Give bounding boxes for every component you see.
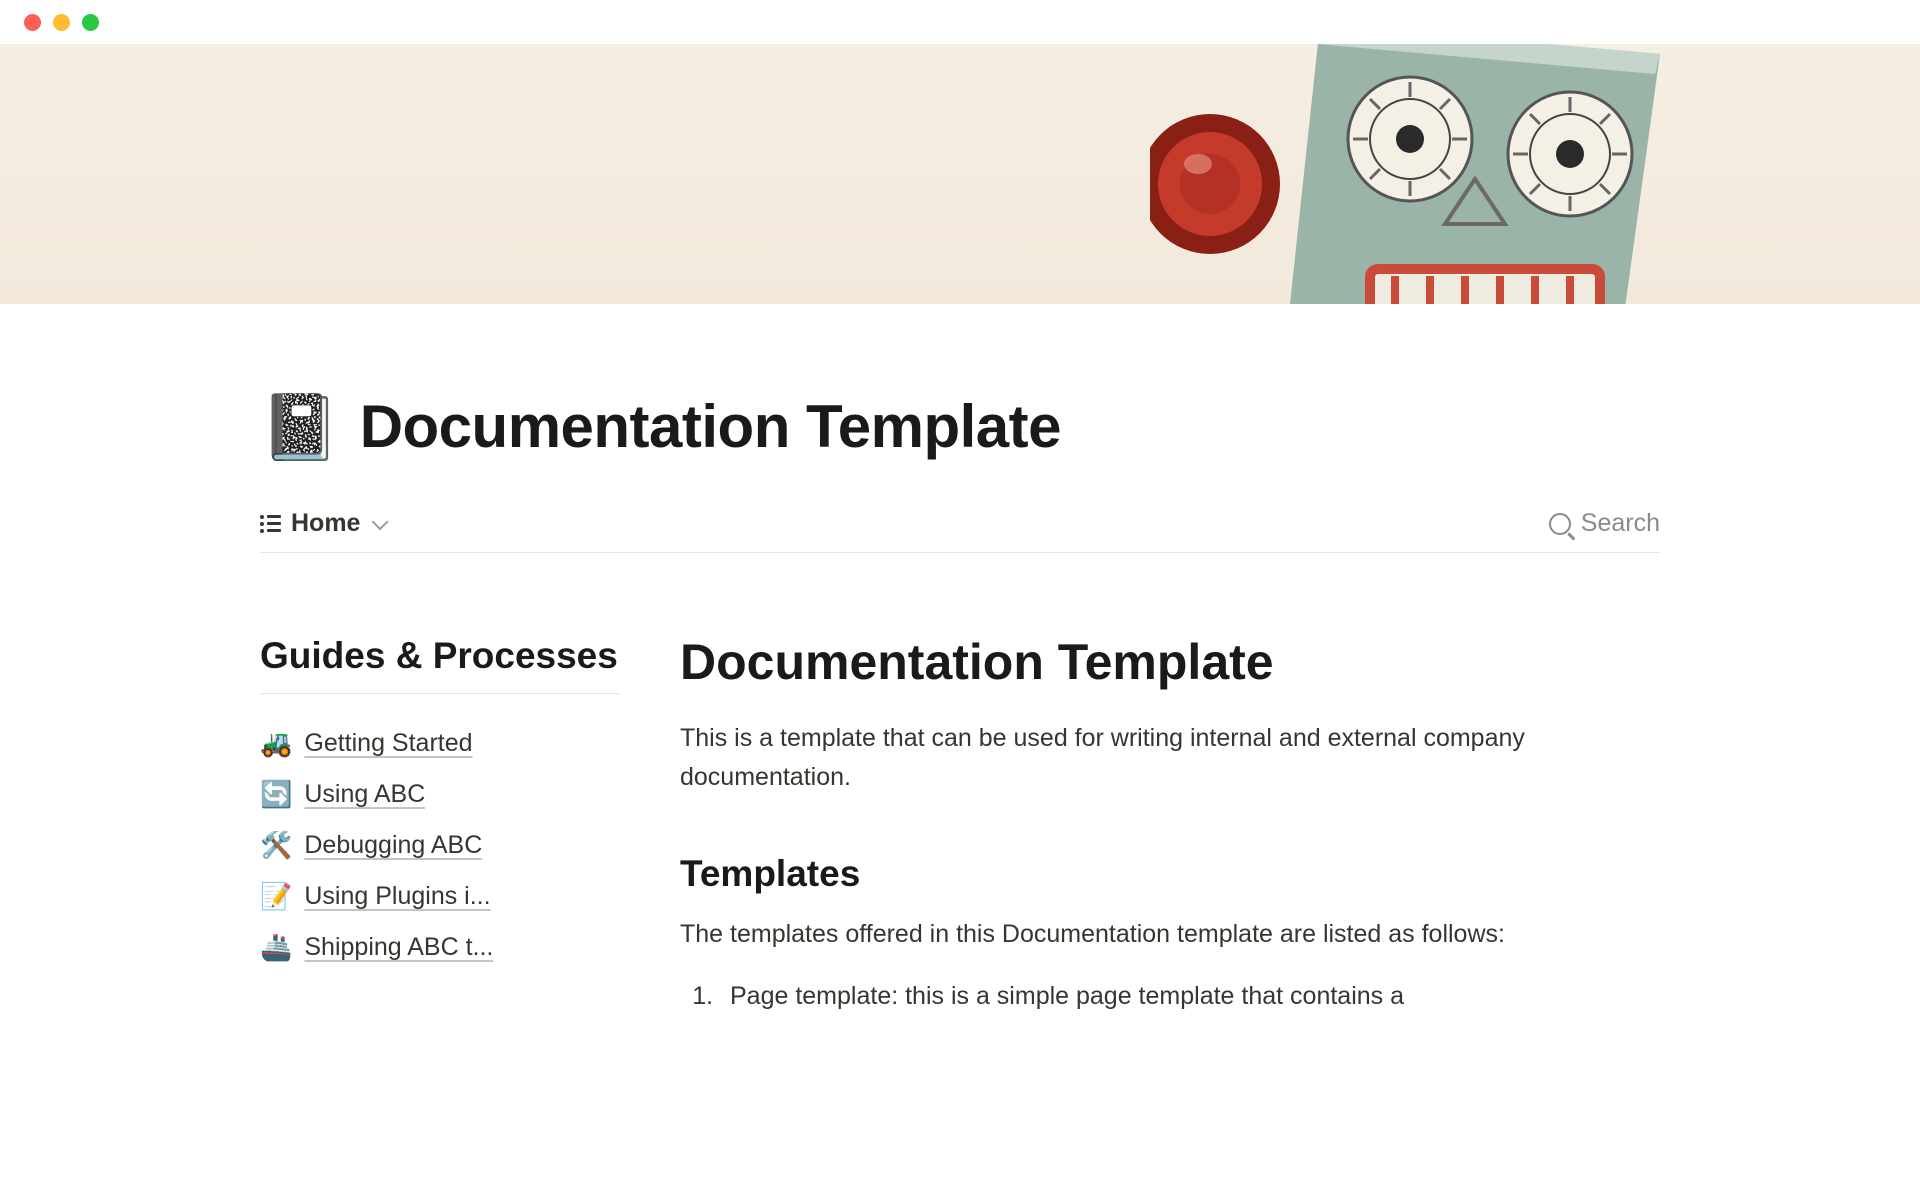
content-title: Documentation Template — [680, 633, 1660, 691]
main-content: Documentation Template This is a templat… — [680, 633, 1660, 1016]
database-toolbar: Home Search — [260, 461, 1660, 553]
tools-icon: 🛠️ — [260, 830, 292, 861]
search-icon — [1549, 513, 1571, 535]
window-titlebar — [0, 0, 1920, 44]
content-subheading: Templates — [680, 853, 1660, 895]
cover-image[interactable] — [0, 44, 1920, 304]
window-maximize-button[interactable] — [82, 14, 99, 31]
ship-icon: 🚢 — [260, 932, 292, 963]
templates-intro: The templates offered in this Documentat… — [680, 915, 1660, 954]
view-selector[interactable]: Home — [260, 509, 384, 538]
page-header: 📓 Documentation Template — [260, 304, 1660, 461]
refresh-icon: 🔄 — [260, 779, 292, 810]
page-title[interactable]: Documentation Template — [360, 392, 1061, 461]
sidebar-item-getting-started[interactable]: 🚜 Getting Started — [260, 718, 620, 769]
view-name: Home — [291, 509, 360, 538]
search-button[interactable]: Search — [1549, 509, 1660, 538]
search-label: Search — [1581, 509, 1660, 538]
templates-list: Page template: this is a simple page tem… — [680, 977, 1660, 1016]
list-view-icon — [260, 515, 281, 533]
sidebar-item-label: Shipping ABC t... — [304, 933, 493, 962]
sidebar-item-label: Using ABC — [304, 780, 425, 809]
page-icon[interactable]: 📓 — [260, 395, 340, 459]
content-intro: This is a template that can be used for … — [680, 719, 1660, 797]
list-item: Page template: this is a simple page tem… — [720, 977, 1660, 1016]
window-minimize-button[interactable] — [53, 14, 70, 31]
sidebar-item-label: Debugging ABC — [304, 831, 482, 860]
memo-icon: 📝 — [260, 881, 292, 912]
sidebar-item-shipping-abc[interactable]: 🚢 Shipping ABC t... — [260, 922, 620, 973]
chevron-down-icon — [372, 513, 389, 530]
window-close-button[interactable] — [24, 14, 41, 31]
sidebar-item-debugging-abc[interactable]: 🛠️ Debugging ABC — [260, 820, 620, 871]
sidebar-heading: Guides & Processes — [260, 633, 620, 694]
robot-illustration — [1150, 44, 1670, 304]
sidebar-item-label: Getting Started — [304, 729, 472, 758]
sidebar-item-using-plugins[interactable]: 📝 Using Plugins i... — [260, 871, 620, 922]
app-window: 📓 Documentation Template Home Search Gui… — [0, 0, 1920, 1200]
tractor-icon: 🚜 — [260, 728, 292, 759]
sidebar-item-label: Using Plugins i... — [304, 882, 490, 911]
sidebar-item-using-abc[interactable]: 🔄 Using ABC — [260, 769, 620, 820]
sidebar: Guides & Processes 🚜 Getting Started 🔄 U… — [260, 633, 620, 1016]
